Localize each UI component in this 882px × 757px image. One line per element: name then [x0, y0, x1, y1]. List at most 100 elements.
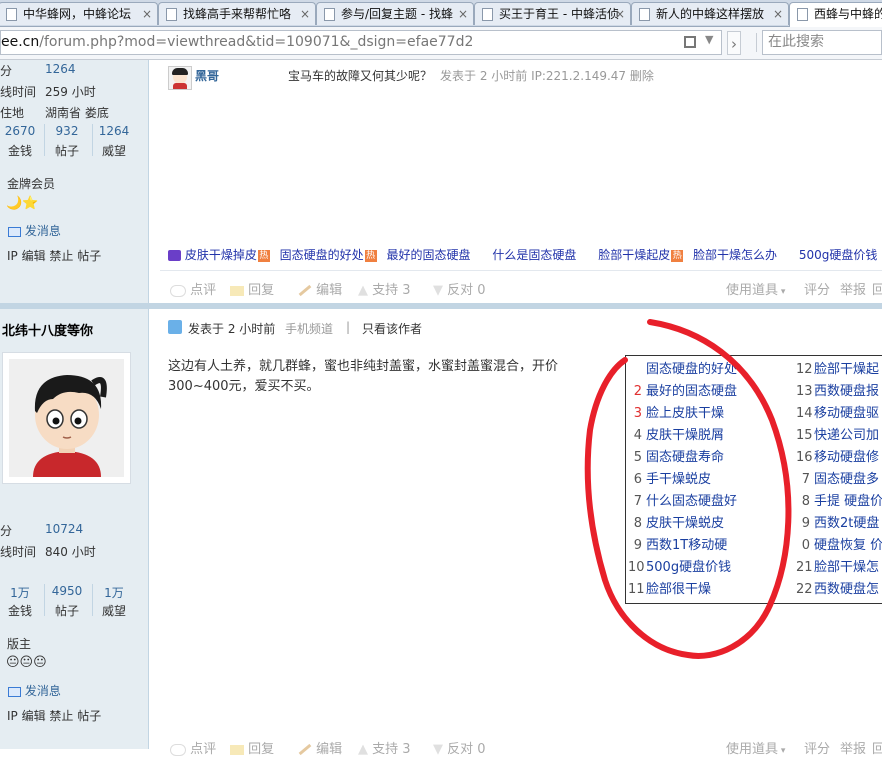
- ad-rank-item[interactable]: 4 皮肤干燥脱屑: [628, 424, 724, 443]
- ad-link[interactable]: 皮肤干燥掉皮: [185, 248, 257, 262]
- stat-posts-label: 帖子: [54, 144, 79, 158]
- thumbs-down-icon: ▼: [433, 283, 443, 298]
- rank-number: 0: [801, 538, 810, 553]
- ad-rank-item[interactable]: 2 最好的固态硬盘: [628, 380, 737, 399]
- close-icon[interactable]: ×: [615, 3, 625, 25]
- ad-rank-item[interactable]: 12脸部干燥起: [796, 358, 882, 377]
- ad-rank-item[interactable]: 16移动硬盘修: [796, 446, 882, 465]
- ad-link[interactable]: 固态硬盘的好处: [280, 248, 364, 262]
- edit-button[interactable]: 编辑: [298, 738, 342, 757]
- rank-text: 500g硬盘价钱: [646, 560, 732, 575]
- page-icon: [166, 8, 177, 21]
- ad-rank-item[interactable]: 7 什么固态硬盘好: [628, 490, 737, 509]
- ad-rank-item[interactable]: 9 西数1T移动硬: [628, 534, 728, 553]
- post-channel[interactable]: 手机频道: [285, 320, 333, 337]
- tools-menu[interactable]: 使用道具 ▾: [726, 738, 785, 757]
- hot-badge: 热: [257, 249, 270, 262]
- ad-rank-item[interactable]: 10500g硬盘价钱: [628, 556, 731, 575]
- forward-button[interactable]: ›: [727, 31, 741, 55]
- ad-rank-item[interactable]: 0 硬盘恢复 价: [796, 534, 882, 553]
- ad-rank-item[interactable]: 21脸部干燥怎: [796, 556, 882, 575]
- ad-rank-item[interactable]: 6 手干燥蜕皮: [628, 468, 711, 487]
- close-icon[interactable]: ×: [142, 3, 152, 25]
- chevron-down-icon: ▾: [778, 287, 786, 297]
- ad-rank-item[interactable]: 11脸部很干燥: [628, 578, 711, 597]
- oppose-label: 反对 0: [447, 742, 486, 757]
- tab-4[interactable]: 买王于育王 - 中蜂活侦 ×: [474, 2, 631, 25]
- ad-link[interactable]: 脸部干燥起皮: [598, 248, 670, 262]
- close-icon[interactable]: ×: [300, 3, 310, 25]
- tab-6-active[interactable]: 西蜂与中蜂的: [789, 2, 882, 27]
- score-button[interactable]: 评分: [804, 279, 830, 298]
- ad-link[interactable]: 最好的固态硬盘: [387, 248, 471, 262]
- close-icon[interactable]: ×: [773, 3, 783, 25]
- rank-text: 固态硬盘多: [814, 472, 880, 487]
- user-group[interactable]: 金牌会员: [7, 175, 55, 192]
- oppose-button[interactable]: ▼ 反对 0: [433, 738, 486, 757]
- stat-posts-value[interactable]: 932: [47, 124, 87, 138]
- divider: [44, 124, 45, 156]
- user-group[interactable]: 版主: [7, 635, 31, 652]
- page-icon: [482, 8, 493, 21]
- ad-rank-item[interactable]: 13西数硬盘报: [796, 380, 882, 399]
- tab-2[interactable]: 找蜂高手来帮帮忙咯 ×: [158, 2, 316, 25]
- ad-link[interactable]: 什么是固态硬盘: [492, 248, 576, 262]
- reply-author[interactable]: 黑哥: [195, 67, 219, 84]
- ad-rank-item[interactable]: 固态硬盘的好处: [628, 358, 737, 377]
- ad-rank-item[interactable]: 14移动硬盘驱: [796, 402, 882, 421]
- ad-rank-item[interactable]: 5 固态硬盘寿命: [628, 446, 724, 465]
- send-message-link[interactable]: 发消息: [8, 682, 61, 699]
- tools-label: 使用道具: [726, 742, 779, 757]
- support-button[interactable]: ▲ 支持 3: [358, 738, 411, 757]
- edit-button[interactable]: 编辑: [298, 279, 342, 298]
- reply-button[interactable]: 回复: [230, 279, 274, 298]
- only-author-link[interactable]: 只看该作者: [362, 320, 422, 337]
- avatar[interactable]: [2, 352, 131, 484]
- tab-5[interactable]: 新人的中蜂这样摆放 ×: [631, 2, 789, 25]
- admin-links[interactable]: IP 编辑 禁止 帖子: [7, 707, 101, 724]
- ad-link[interactable]: 500g硬盘价钱: [799, 248, 878, 262]
- tools-menu[interactable]: 使用道具 ▾: [726, 279, 785, 298]
- support-button[interactable]: ▲ 支持 3: [358, 279, 411, 298]
- tab-1[interactable]: 中华蜂网，中蜂论坛 ×: [0, 2, 158, 25]
- send-message-link[interactable]: 发消息: [8, 222, 61, 239]
- dropdown-arrow-icon[interactable]: ▼: [705, 33, 713, 46]
- points-value[interactable]: 1264: [45, 62, 76, 76]
- ad-rank-item[interactable]: 8 皮肤干燥蜕皮: [628, 512, 724, 531]
- stat-money-value[interactable]: 2670: [0, 124, 40, 138]
- close-icon[interactable]: ×: [458, 3, 468, 25]
- ad-rank-item[interactable]: 7 固态硬盘多: [796, 468, 882, 487]
- report-button[interactable]: 举报: [840, 279, 866, 298]
- points-label: 分: [0, 64, 13, 78]
- points-value[interactable]: 10724: [45, 522, 83, 536]
- ad-rank-item[interactable]: 8 手提 硬盘价: [796, 490, 882, 509]
- rank-number: 15: [796, 428, 813, 443]
- ad-rank-item[interactable]: 22西数硬盘怎: [796, 578, 882, 597]
- username[interactable]: 北纬十八度等你: [2, 320, 93, 339]
- stat-money-value[interactable]: 1万: [0, 584, 40, 601]
- ad-link[interactable]: 脸部干燥怎么办: [693, 248, 777, 262]
- stat-posts-value[interactable]: 4950: [47, 584, 87, 598]
- stat-prestige-value[interactable]: 1264: [94, 124, 134, 138]
- top-button[interactable]: 回: [872, 738, 882, 757]
- url-field[interactable]: ee.cn/forum.php?mod=viewthread&tid=10907…: [0, 30, 722, 55]
- stat-prestige-value[interactable]: 1万: [94, 584, 134, 601]
- ad-rank-item[interactable]: 15快递公司加: [796, 424, 882, 443]
- oppose-button[interactable]: ▼ 反对 0: [433, 279, 486, 298]
- search-input[interactable]: 在此搜索: [762, 30, 882, 55]
- rate-button[interactable]: 点评: [170, 738, 216, 757]
- tab-3[interactable]: 参与/回复主题 - 找蜂 ×: [316, 2, 474, 25]
- reply-button[interactable]: 回复: [230, 738, 274, 757]
- medal-icons: 🌙⭐: [6, 196, 39, 211]
- admin-links[interactable]: IP 编辑 禁止 帖子: [7, 247, 101, 264]
- rate-button[interactable]: 点评: [170, 279, 216, 298]
- top-button[interactable]: 回: [872, 279, 882, 298]
- ad-rank-item[interactable]: 9 西数2t硬盘: [796, 512, 882, 531]
- score-button[interactable]: 评分: [804, 738, 830, 757]
- avatar-small[interactable]: [168, 66, 192, 90]
- rank-text: 皮肤干燥脱屑: [646, 428, 725, 443]
- pencil-icon: [298, 743, 312, 756]
- ad-rank-item[interactable]: 3 脸上皮肤干燥: [628, 402, 724, 421]
- qr-code-icon[interactable]: [684, 36, 696, 48]
- report-button[interactable]: 举报: [840, 738, 866, 757]
